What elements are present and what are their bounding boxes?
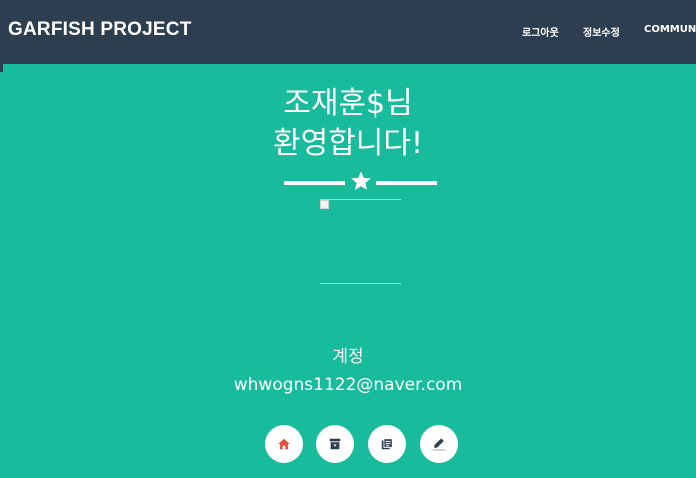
edit-button[interactable] xyxy=(420,425,458,463)
home-button[interactable] xyxy=(265,425,303,463)
pencil-icon xyxy=(432,438,446,451)
divider-line-right xyxy=(376,181,437,185)
star-icon xyxy=(350,170,372,192)
nav-link-logout[interactable]: 로그아웃 xyxy=(522,24,559,39)
navbar-accent xyxy=(0,64,3,72)
profile-image xyxy=(320,199,401,284)
brand-logo[interactable]: GARFISH PROJECT xyxy=(8,19,192,41)
profile-image-border-top xyxy=(320,199,401,200)
welcome-title-line1: 조재훈$님 xyxy=(283,86,413,121)
broken-image-icon xyxy=(320,200,329,209)
book-icon xyxy=(381,438,393,450)
divider-line-left xyxy=(284,181,345,185)
nav-link-edit-profile[interactable]: 정보수정 xyxy=(583,24,620,39)
account-email: whwogns1122@naver.com xyxy=(233,375,463,395)
navbar: GARFISH PROJECT 로그아웃 정보수정 COMMUNITY xyxy=(0,0,696,64)
archive-icon xyxy=(329,438,341,450)
nav-link-community[interactable]: COMMUNITY xyxy=(644,24,696,35)
nav-links: 로그아웃 정보수정 COMMUNITY xyxy=(522,24,696,40)
welcome-title-line2: 환영합니다! xyxy=(272,126,424,161)
archive-button[interactable] xyxy=(316,425,354,463)
account-label: 계정 xyxy=(332,347,364,367)
profile-image-border-bottom xyxy=(320,283,401,284)
book-button[interactable] xyxy=(368,425,406,463)
home-icon xyxy=(278,438,290,450)
